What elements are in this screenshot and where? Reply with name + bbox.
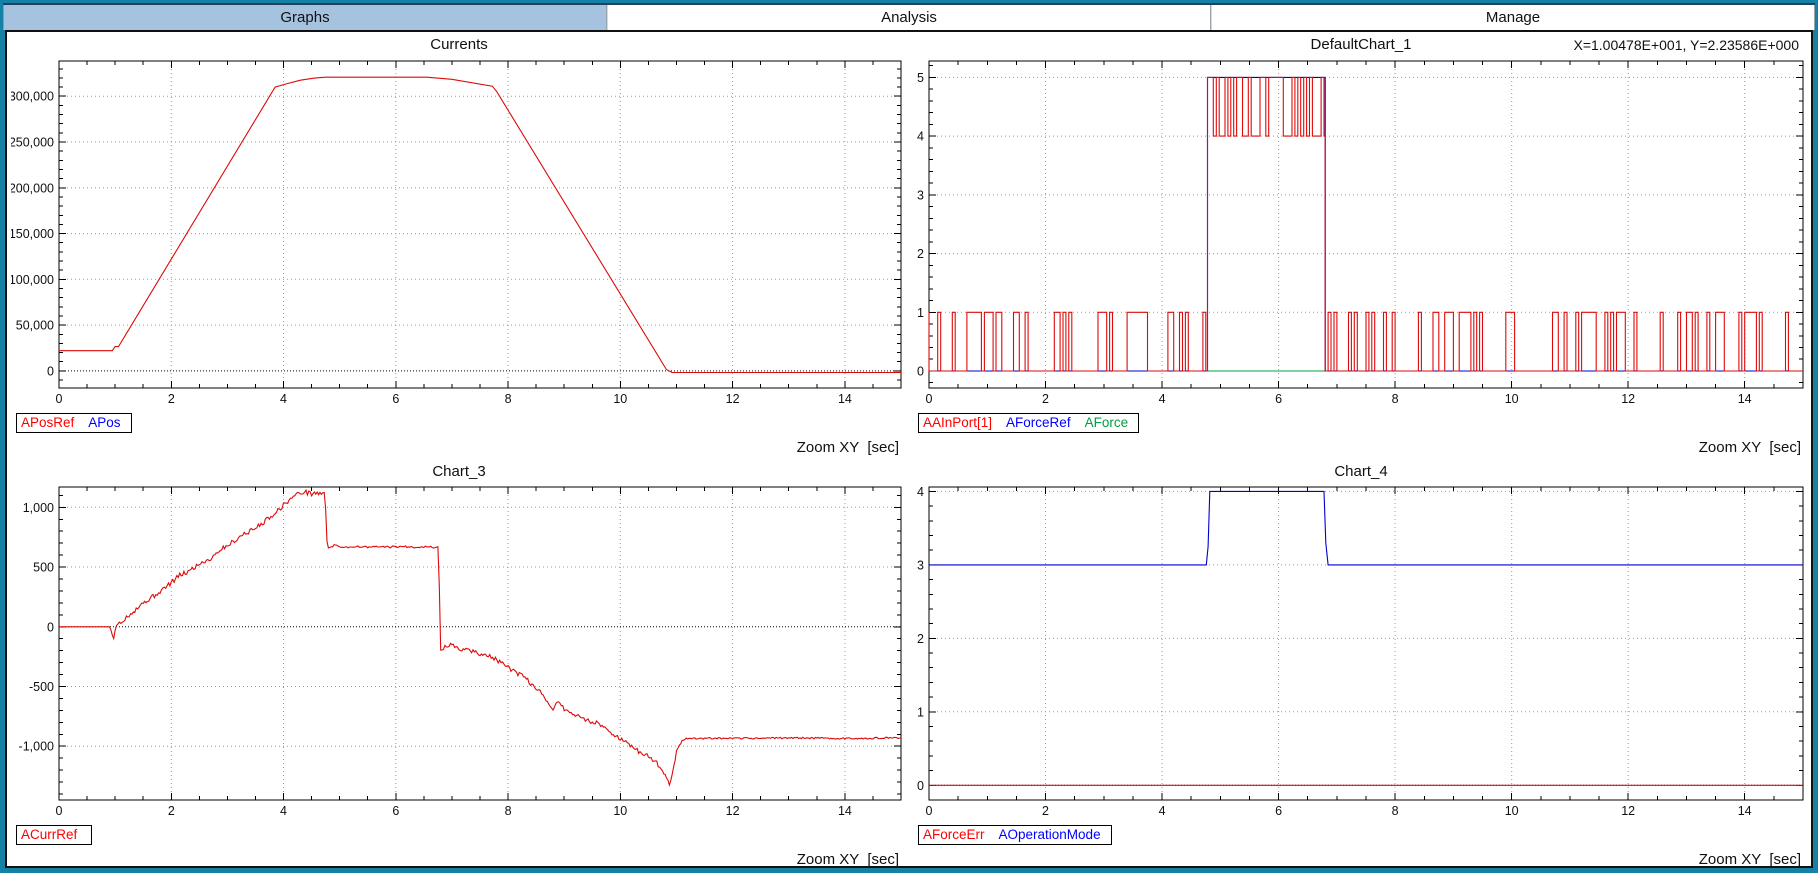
svg-text:10: 10 bbox=[1505, 804, 1519, 818]
svg-text:300,000: 300,000 bbox=[11, 90, 54, 104]
legend-chart3[interactable]: ACurrRef bbox=[16, 825, 92, 845]
chart-panel-chart3: Chart_3 0 2 4 6 8 10 12 14 -1,000 -500 0 500 1,000 A… bbox=[7, 460, 909, 868]
tab-graphs[interactable]: Graphs bbox=[3, 5, 607, 30]
svg-text:8: 8 bbox=[505, 804, 512, 818]
chart-panel-currents: Currents 0 2 4 6 8 10 12 14 0 50,000 100,000 150,00… bbox=[7, 32, 909, 460]
svg-text:1: 1 bbox=[917, 705, 924, 719]
svg-text:0: 0 bbox=[926, 804, 933, 818]
legend-item: ACurrRef bbox=[21, 827, 77, 842]
svg-text:4: 4 bbox=[1159, 804, 1166, 818]
legend-item: AAInPort[1] bbox=[923, 415, 992, 430]
svg-text:4: 4 bbox=[1159, 392, 1166, 406]
svg-text:2: 2 bbox=[917, 632, 924, 646]
svg-text:8: 8 bbox=[1392, 804, 1399, 818]
chart-panel-chart4: Chart_4 0246810121401234 AForceErrAOpera… bbox=[909, 460, 1811, 868]
svg-text:14: 14 bbox=[1738, 804, 1752, 818]
svg-text:12: 12 bbox=[726, 392, 740, 406]
chart-title-currents: Currents bbox=[11, 32, 907, 58]
chart-plot-defaultchart1[interactable]: 02468101214012345 bbox=[913, 58, 1811, 408]
svg-text:14: 14 bbox=[838, 392, 852, 406]
legend-item: APosRef bbox=[21, 415, 74, 430]
legend-item: AForceErr bbox=[923, 827, 985, 842]
svg-text:200,000: 200,000 bbox=[11, 181, 54, 195]
svg-text:10: 10 bbox=[613, 804, 627, 818]
svg-text:2: 2 bbox=[168, 392, 175, 406]
svg-text:0: 0 bbox=[56, 392, 63, 406]
charts-area: Currents 02468101214050,000100,000150,00… bbox=[5, 30, 1813, 868]
svg-text:50,000: 50,000 bbox=[16, 319, 54, 333]
chart-title-chart3: Chart_3 bbox=[11, 460, 907, 484]
svg-text:1: 1 bbox=[917, 306, 924, 320]
svg-text:12: 12 bbox=[1621, 804, 1635, 818]
svg-text:6: 6 bbox=[392, 804, 399, 818]
svg-text:2: 2 bbox=[1042, 392, 1049, 406]
svg-text:2: 2 bbox=[1042, 804, 1049, 818]
svg-text:0: 0 bbox=[47, 364, 54, 378]
svg-text:6: 6 bbox=[392, 392, 399, 406]
svg-text:0: 0 bbox=[917, 365, 924, 379]
tab-analysis[interactable]: Analysis bbox=[607, 5, 1211, 30]
chart-plot-chart3[interactable]: 0 2 4 6 8 10 12 14 -1,000 -500 0 500 1,000 bbox=[11, 484, 909, 820]
svg-text:4: 4 bbox=[280, 392, 287, 406]
svg-text:3: 3 bbox=[917, 558, 924, 572]
chart-title-chart4: Chart_4 bbox=[913, 460, 1809, 484]
legend-item: AForceRef bbox=[1006, 415, 1071, 430]
svg-text:4: 4 bbox=[280, 804, 287, 818]
svg-text:4: 4 bbox=[917, 130, 924, 144]
tab-bar: Graphs Analysis Manage bbox=[3, 3, 1815, 30]
legend-chart4[interactable]: AForceErr AOperationMode bbox=[918, 825, 1112, 845]
chart-panel-defaultchart1: DefaultChart_1 X=1.00478E+001, Y=2.23586… bbox=[909, 32, 1811, 460]
svg-text:8: 8 bbox=[505, 392, 512, 406]
svg-text:10: 10 bbox=[1505, 392, 1519, 406]
application-window: Graphs Analysis Manage Currents 02468101… bbox=[0, 0, 1818, 873]
svg-text:2: 2 bbox=[168, 804, 175, 818]
svg-text:0: 0 bbox=[56, 804, 63, 818]
svg-text:6: 6 bbox=[1275, 392, 1282, 406]
zoom-mode-label: Zoom XY [sec] bbox=[1699, 439, 1801, 456]
chart-row-top: Currents 02468101214050,000100,000150,00… bbox=[7, 32, 1811, 460]
svg-text:8: 8 bbox=[1392, 392, 1399, 406]
zoom-mode-label: Zoom XY [sec] bbox=[797, 851, 899, 868]
svg-text:12: 12 bbox=[726, 804, 740, 818]
svg-text:500: 500 bbox=[33, 561, 54, 575]
legend-defaultchart1[interactable]: AAInPort[1] AForceRef AForce bbox=[918, 413, 1139, 433]
legend-item: AForce bbox=[1085, 415, 1129, 430]
svg-text:250,000: 250,000 bbox=[11, 136, 54, 150]
svg-text:0: 0 bbox=[926, 392, 933, 406]
legend-item: APos bbox=[88, 415, 120, 430]
chart-plot-chart4[interactable]: 0246810121401234 bbox=[913, 484, 1811, 820]
svg-text:3: 3 bbox=[917, 188, 924, 202]
legend-item: AOperationMode bbox=[999, 827, 1101, 842]
zoom-mode-label: Zoom XY [sec] bbox=[1699, 851, 1801, 868]
svg-text:0: 0 bbox=[47, 620, 54, 634]
svg-text:6: 6 bbox=[1275, 804, 1282, 818]
tab-manage[interactable]: Manage bbox=[1211, 5, 1815, 30]
cursor-coordinates-readout: X=1.00478E+001, Y=2.23586E+000 bbox=[1573, 32, 1799, 58]
svg-text:10: 10 bbox=[613, 392, 627, 406]
zoom-mode-label: Zoom XY [sec] bbox=[797, 439, 899, 456]
svg-text:-1,000: -1,000 bbox=[19, 740, 54, 754]
svg-text:100,000: 100,000 bbox=[11, 273, 54, 287]
chart-plot-currents[interactable]: 0 2 4 6 8 10 12 14 0 50,000 100,000 150,000 200,000 2… bbox=[11, 58, 909, 408]
legend-currents[interactable]: APosRef APos bbox=[16, 413, 132, 433]
svg-text:4: 4 bbox=[917, 485, 924, 499]
svg-text:14: 14 bbox=[1738, 392, 1752, 406]
svg-text:1,000: 1,000 bbox=[23, 501, 54, 515]
svg-text:14: 14 bbox=[838, 804, 852, 818]
chart-row-bottom: Chart_3 02468101214-1,000-50005001,000 A… bbox=[7, 460, 1811, 868]
svg-text:2: 2 bbox=[917, 247, 924, 261]
svg-text:12: 12 bbox=[1621, 392, 1635, 406]
svg-text:0: 0 bbox=[917, 779, 924, 793]
svg-text:5: 5 bbox=[917, 71, 924, 85]
svg-text:-500: -500 bbox=[29, 680, 54, 694]
svg-text:150,000: 150,000 bbox=[11, 227, 54, 241]
